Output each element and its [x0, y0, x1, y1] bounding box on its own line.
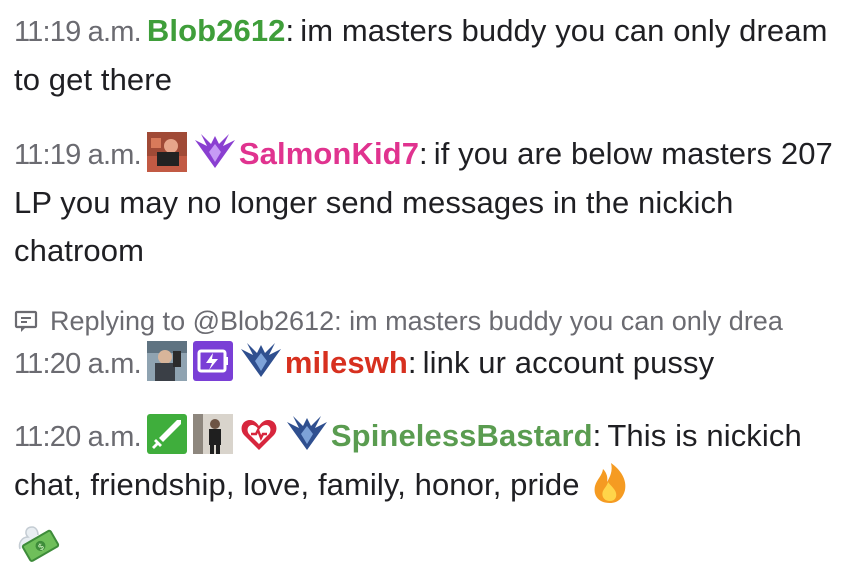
chat-message: 11:20 a.m. mileswh: link ur account pussy — [14, 339, 842, 388]
money-with-wings-emoji: $ — [14, 519, 62, 577]
timestamp: 11:20 a.m. — [14, 348, 142, 380]
chat-message: 11:20 a.m. SpinelessBastard: This is nicki… — [14, 388, 842, 577]
avatar-badge-icon[interactable] — [146, 341, 187, 381]
timestamp: 11:19 a.m. — [14, 16, 142, 48]
timestamp: 11:19 a.m. — [14, 139, 142, 171]
username[interactable]: SpinelessBastard — [331, 418, 593, 453]
avatar-badge-icon[interactable] — [192, 414, 233, 454]
sword-badge-icon[interactable] — [146, 414, 187, 454]
heart-badge-icon[interactable] — [239, 414, 279, 454]
username[interactable]: Blob2612 — [147, 13, 286, 48]
blue-wings-badge-icon[interactable] — [239, 341, 281, 381]
blue-wings-badge-icon[interactable] — [285, 414, 327, 454]
timestamp: 11:20 a.m. — [14, 421, 142, 453]
reply-prefix: Replying to @Blob2612: — [50, 306, 342, 336]
reply-context[interactable]: Replying to @Blob2612: im masters buddy … — [14, 303, 842, 339]
reply-icon — [14, 306, 38, 332]
chat-log: 11:19 a.m. Blob2612: im masters buddy you … — [0, 0, 856, 584]
fire-emoji — [588, 461, 632, 519]
message-text: link ur account pussy — [422, 345, 715, 380]
reply-text: im masters buddy you can only drea — [349, 306, 783, 336]
lightning-subscriber-badge-icon[interactable] — [192, 341, 233, 381]
purple-wings-badge-icon[interactable] — [193, 132, 235, 172]
avatar-badge-icon[interactable] — [146, 132, 187, 172]
username[interactable]: SalmonKid7 — [239, 136, 419, 171]
username[interactable]: mileswh — [285, 345, 408, 380]
chat-message: 11:19 a.m. SalmonKid7: if you are below ma… — [14, 104, 842, 275]
chat-message: 11:19 a.m. Blob2612: im masters buddy you … — [14, 13, 828, 97]
